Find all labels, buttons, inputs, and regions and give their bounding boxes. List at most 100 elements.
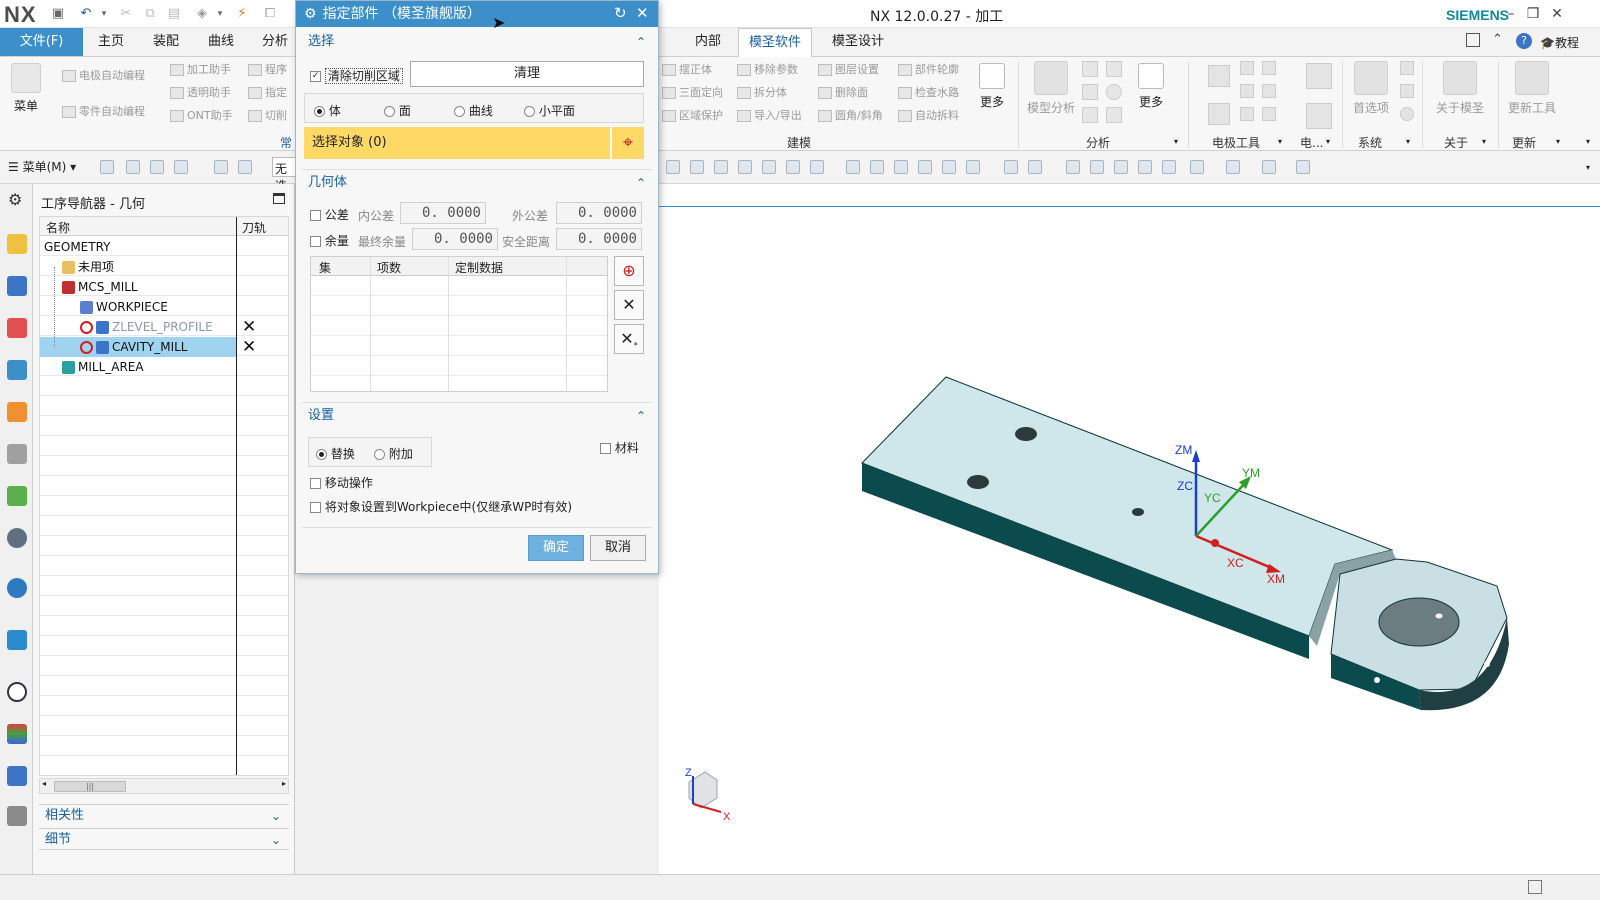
part-outline-button[interactable]: 部件轮廓: [898, 61, 959, 77]
select-filter-6-icon[interactable]: [238, 160, 252, 174]
copy-icon[interactable]: ⧉: [142, 6, 158, 22]
set-to-workpiece-checkbox[interactable]: 将对象设置到Workpiece中(仅继承WP时有效): [310, 498, 572, 515]
electrode-extra-1-icon[interactable]: [1306, 63, 1332, 89]
perspective-icon[interactable]: [1162, 160, 1176, 174]
tree-row[interactable]: 未用项: [40, 257, 288, 277]
about-mosheng-button[interactable]: 关于模圣: [1428, 61, 1492, 116]
clock-icon[interactable]: [7, 682, 27, 702]
undo-dropdown-icon[interactable]: ▾: [96, 6, 112, 22]
ok-button[interactable]: 确定: [528, 535, 584, 561]
show-hide-icon[interactable]: [1296, 160, 1310, 174]
lock-icon[interactable]: [1400, 84, 1414, 98]
select-section-header[interactable]: 选择 ⌃: [302, 29, 652, 55]
outer-tolerance-input[interactable]: 0. 0000: [556, 202, 642, 224]
tree-row[interactable]: MILL_AREA: [40, 357, 288, 377]
dialog-gear-icon[interactable]: ⚙: [304, 6, 317, 22]
tab-curve[interactable]: 曲线: [198, 28, 244, 56]
radio-append[interactable]: 附加: [374, 445, 413, 462]
undo-icon[interactable]: ↶: [78, 6, 94, 22]
radio-body[interactable]: 体: [314, 102, 341, 119]
tree-row[interactable]: CAVITY_MILL ✕: [40, 337, 256, 357]
stock-checkbox[interactable]: 余量: [310, 232, 349, 249]
details-section[interactable]: 细节 ⌄: [39, 828, 289, 850]
navigator-tree[interactable]: 名称 刀轨 GEOMETRY 未用项 MCS_MILL WORKPIECE ZLEVEL…: [39, 216, 289, 776]
graphics-window[interactable]: ZM ZC YC YM XC XM Z X: [659, 184, 1600, 874]
view-tool-2-icon[interactable]: [690, 160, 704, 174]
scroll-left-icon[interactable]: ◂: [42, 779, 46, 788]
electrode-tool-5-icon[interactable]: [1262, 84, 1276, 98]
inner-tolerance-input[interactable]: 0. 0000: [400, 202, 486, 224]
touch-mode-icon[interactable]: ⚡: [234, 6, 250, 22]
collapse-ribbon-icon[interactable]: ⌃: [1492, 32, 1503, 47]
view-tool-7-icon[interactable]: [846, 160, 860, 174]
box-select-icon[interactable]: [966, 160, 980, 174]
view-tool-8-icon[interactable]: [870, 160, 884, 174]
system-materials-icon[interactable]: [7, 806, 27, 826]
tab-file[interactable]: 文件(F): [0, 28, 83, 56]
view-tool-9-icon[interactable]: [894, 160, 908, 174]
link-icon[interactable]: [1106, 61, 1122, 77]
select-filter-4-icon[interactable]: [174, 160, 188, 174]
view-tool-1-icon[interactable]: [666, 160, 680, 174]
menu-big-button[interactable]: 菜单: [6, 63, 46, 114]
about-dropdown-icon[interactable]: ▾: [1482, 137, 1486, 146]
three-face-orient-button[interactable]: 三面定向: [662, 84, 723, 100]
select-object-field[interactable]: 选择对象 (0): [304, 127, 610, 159]
orient-view-icon[interactable]: [1190, 160, 1204, 174]
rotate-icon[interactable]: [1114, 160, 1128, 174]
tutorial-link[interactable]: 🎓教程: [1540, 34, 1579, 51]
history-icon[interactable]: [7, 630, 27, 650]
more-modeling-button[interactable]: 更多: [975, 63, 1009, 110]
view-tool-6-icon[interactable]: [786, 160, 800, 174]
tree-row[interactable]: MCS_MILL: [40, 277, 288, 297]
import-export-button[interactable]: 导入/导出: [737, 107, 802, 123]
fullscreen-icon[interactable]: [1466, 33, 1480, 47]
electrode-short-dropdown-icon[interactable]: ▾: [1326, 137, 1330, 146]
clear-button[interactable]: 清理: [410, 61, 644, 87]
edit-section-icon[interactable]: [1262, 160, 1276, 174]
add-set-button[interactable]: ⊕: [614, 256, 644, 286]
electrode-tool-8-icon[interactable]: [1262, 107, 1276, 121]
help-icon[interactable]: ?: [1516, 33, 1532, 49]
electrode-tool-7-icon[interactable]: [1240, 107, 1254, 121]
weight-icon[interactable]: [1082, 61, 1098, 77]
fillet-chamfer-button[interactable]: 圆角/斜角: [818, 107, 883, 123]
view-tool-10-icon[interactable]: [918, 160, 932, 174]
clear-cut-region-checkbox[interactable]: ✓ 清除切削区域: [310, 67, 403, 84]
minimize-button[interactable]: –: [1500, 4, 1522, 24]
update-tool-button[interactable]: 更新工具: [1502, 61, 1562, 116]
save-icon[interactable]: ▣: [50, 6, 66, 22]
cut-region-button[interactable]: 切削: [248, 107, 287, 123]
visual-icon[interactable]: [7, 528, 27, 548]
move-operation-checkbox[interactable]: 移动操作: [310, 474, 373, 491]
ont-assistant-button[interactable]: ONT助手: [170, 107, 233, 123]
tab-home[interactable]: 主页: [88, 28, 134, 56]
view-tool-5-icon[interactable]: [762, 160, 776, 174]
system-dropdown-icon[interactable]: ▾: [1406, 137, 1410, 146]
cube-icon[interactable]: [1082, 107, 1098, 123]
specify-button[interactable]: 指定: [248, 84, 287, 100]
measure-icon[interactable]: [1082, 84, 1098, 100]
material-checkbox[interactable]: 材料: [600, 439, 639, 456]
preferences-button[interactable]: 首选项: [1348, 61, 1394, 116]
render-style-icon[interactable]: [1226, 160, 1240, 174]
check-waterway-button[interactable]: 检查水路: [898, 84, 959, 100]
reuse-library-icon[interactable]: [7, 486, 27, 506]
fit-view-icon[interactable]: [1066, 160, 1080, 174]
radio-face[interactable]: 面: [384, 102, 411, 119]
restore-button[interactable]: ❐: [1522, 4, 1544, 24]
radio-replace[interactable]: 替换: [316, 445, 355, 462]
tab-mosheng-software[interactable]: 模圣软件: [738, 28, 813, 58]
analysis-dropdown-icon[interactable]: ▾: [1174, 137, 1178, 146]
radio-facet[interactable]: 小平面: [524, 102, 575, 119]
electrode-autoprog-button[interactable]: 电极自动编程: [62, 67, 145, 83]
align-body-button[interactable]: 摆正体: [662, 61, 712, 77]
program-order-nav-icon[interactable]: [7, 276, 27, 296]
safe-distance-input[interactable]: 0. 0000: [556, 228, 642, 250]
electrode-tool-4-icon[interactable]: [1240, 84, 1254, 98]
repeat-command-icon[interactable]: ◈: [194, 6, 210, 22]
paste-icon[interactable]: ▤: [166, 6, 182, 22]
view-tool-13-icon[interactable]: [1028, 160, 1042, 174]
ribbon-options-icon[interactable]: ▾: [1586, 137, 1590, 146]
status-window-icon[interactable]: [1528, 880, 1542, 894]
